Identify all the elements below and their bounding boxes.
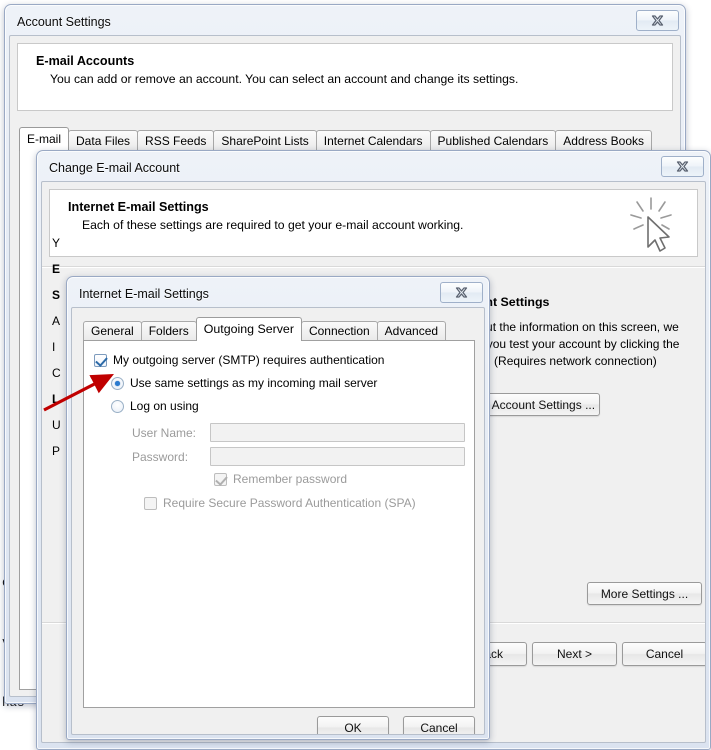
remember-password-checkbox[interactable] (214, 472, 227, 486)
internet-email-settings-body: General Folders Outgoing Server Connecti… (71, 307, 485, 735)
tab-label: Outgoing Server (203, 322, 294, 336)
tab-general[interactable]: General (83, 321, 142, 341)
smtp-auth-checkbox[interactable] (94, 353, 107, 367)
tab-label: Address Books (563, 134, 644, 148)
banner-description: You can add or remove an account. You ca… (50, 72, 519, 86)
tab-advanced[interactable]: Advanced (376, 321, 447, 341)
tab-label: Advanced (384, 324, 439, 338)
tab-sharepoint-lists[interactable]: SharePoint Lists (213, 130, 317, 151)
tab-internet-calendars[interactable]: Internet Calendars (315, 130, 431, 151)
account-settings-titlebar: Account Settings (9, 9, 681, 35)
user-name-row: User Name: (132, 423, 467, 442)
banner-description: Each of these settings are required to g… (82, 218, 464, 232)
require-spa-row: Require Secure Password Authentication (… (144, 496, 416, 510)
use-same-settings-radio[interactable] (111, 376, 124, 390)
use-same-settings-label: Use same settings as my incoming mail se… (130, 376, 378, 390)
tab-published-calendars[interactable]: Published Calendars (429, 130, 557, 151)
cursor-click-icon (630, 197, 672, 252)
tab-label: RSS Feeds (145, 134, 207, 148)
close-icon[interactable] (440, 282, 483, 303)
use-same-settings-row[interactable]: Use same settings as my incoming mail se… (111, 376, 377, 390)
tab-folders[interactable]: Folders (140, 321, 197, 341)
next-button[interactable]: Next > (532, 642, 617, 666)
settings-tabstrip: General Folders Outgoing Server Connecti… (83, 317, 447, 341)
banner-heading: Internet E-mail Settings (68, 200, 209, 214)
tab-rss-feeds[interactable]: RSS Feeds (137, 130, 215, 151)
smtp-auth-row[interactable]: My outgoing server (SMTP) requires authe… (94, 353, 384, 367)
account-settings-tabstrip: E-mail Data Files RSS Feeds SharePoint L… (19, 127, 652, 151)
peek-label: Y (52, 236, 61, 250)
tab-data-files[interactable]: Data Files (68, 130, 139, 151)
cancel-button[interactable]: Cancel (622, 642, 705, 666)
account-settings-title: Account Settings (17, 15, 111, 29)
tab-label: E-mail (27, 132, 62, 146)
log-on-using-row[interactable]: Log on using (111, 399, 199, 413)
password-row: Password: (132, 447, 467, 466)
tab-connection[interactable]: Connection (300, 321, 378, 341)
more-settings-button[interactable]: More Settings ... (587, 582, 702, 605)
tab-label: Internet Calendars (323, 134, 423, 148)
banner-heading: E-mail Accounts (36, 54, 135, 68)
internet-email-settings-dialog: Internet E-mail Settings General Folders… (66, 276, 490, 740)
require-spa-label: Require Secure Password Authentication (… (163, 496, 416, 510)
tab-label: Data Files (76, 134, 131, 148)
tab-label: General (91, 324, 134, 338)
tab-outgoing-server[interactable]: Outgoing Server (195, 317, 302, 341)
password-input[interactable] (210, 447, 465, 466)
outgoing-server-panel: My outgoing server (SMTP) requires authe… (83, 340, 475, 708)
log-on-using-label: Log on using (130, 399, 199, 413)
tab-e-mail[interactable]: E-mail (19, 127, 70, 151)
internet-email-settings-banner: Internet E-mail Settings Each of these s… (49, 189, 698, 257)
tab-address-books[interactable]: Address Books (555, 130, 652, 151)
ok-button[interactable]: OK (317, 716, 389, 734)
cancel-button[interactable]: Cancel (403, 716, 475, 734)
remember-password-label: Remember password (233, 472, 348, 486)
smtp-auth-label: My outgoing server (SMTP) requires authe… (113, 353, 385, 367)
change-email-account-titlebar: Change E-mail Account (41, 155, 706, 181)
internet-email-settings-title: Internet E-mail Settings (79, 287, 209, 301)
tab-label: Connection (308, 324, 370, 338)
close-icon[interactable] (661, 156, 704, 177)
tab-label: SharePoint Lists (221, 134, 309, 148)
screenshot-root: obje vant has ar s t; a l ga ---- : tica… (0, 0, 711, 750)
user-name-input[interactable] (210, 423, 465, 442)
password-label: Password: (132, 449, 189, 464)
account-settings-banner: E-mail Accounts You can add or remove an… (17, 43, 673, 111)
tab-label: Folders (148, 324, 189, 338)
content-separator (42, 266, 705, 268)
user-name-label: User Name: (132, 425, 197, 440)
close-icon[interactable] (636, 10, 679, 31)
remember-password-row: Remember password (214, 472, 347, 486)
log-on-using-radio[interactable] (111, 399, 124, 413)
require-spa-checkbox[interactable] (144, 496, 157, 510)
tab-label: Published Calendars (437, 134, 549, 148)
internet-email-settings-titlebar: Internet E-mail Settings (71, 281, 485, 307)
change-email-account-title: Change E-mail Account (49, 161, 180, 175)
